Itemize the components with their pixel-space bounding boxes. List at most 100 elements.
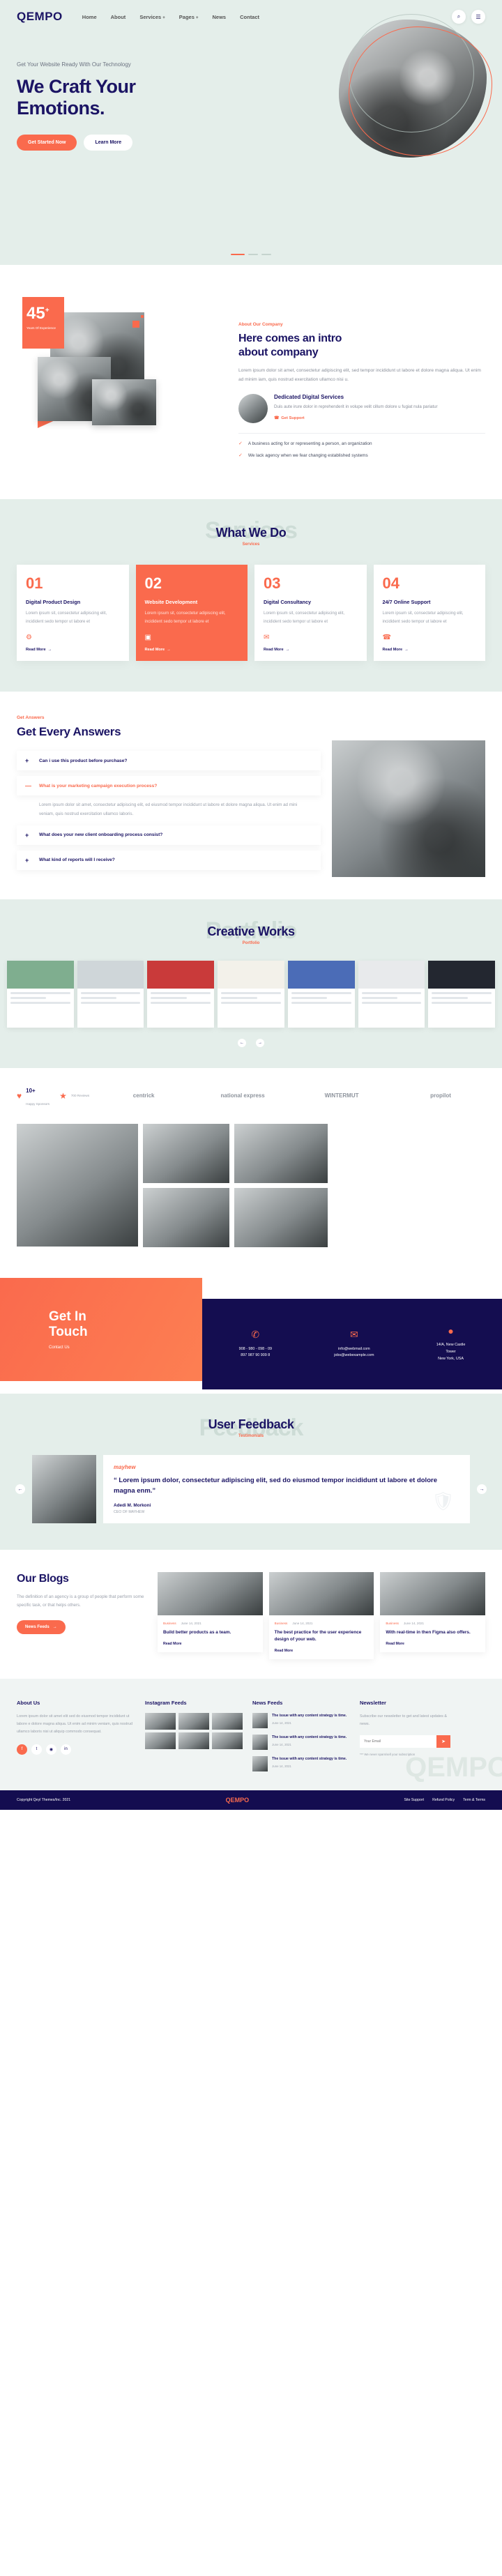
newsletter-email-input[interactable] [360, 1735, 436, 1748]
experience-number: 45+ [26, 304, 50, 323]
footer-news-item[interactable]: The issue with any content strategy is t… [252, 1756, 350, 1772]
testimonial-quote: “ Lorem ipsum dolor, consectetur adipisc… [114, 1476, 437, 1495]
experience-stat-box: 45+ Years Of Experience [22, 297, 64, 349]
footer-news-item[interactable]: The issue with any content strategy is t… [252, 1735, 350, 1751]
footer-instagram-column: Instagram Feeds [145, 1700, 243, 1778]
footer-newsletter-title: Newsletter [360, 1700, 386, 1707]
get-in-touch-panel: Get In Touch Contact Us [0, 1277, 202, 1381]
hero-slider-dots [0, 254, 502, 255]
site-logo[interactable]: QEMPO [17, 10, 63, 24]
footer-news-thumb [252, 1713, 268, 1729]
footer-news-item-title: The issue with any content strategy is t… [272, 1757, 347, 1762]
hero-content: Get Your Website Ready With Our Technolo… [0, 33, 279, 151]
team-gallery [0, 1119, 502, 1268]
slider-dot-2[interactable] [248, 254, 258, 255]
instagram-thumb[interactable] [212, 1713, 243, 1730]
page-root: QEMPO Home About Services + Pages + News… [0, 0, 502, 1811]
send-icon[interactable]: ➤ [436, 1735, 450, 1748]
testimonial-carousel: ← mayhew “ Lorem ipsum dolor, consectetu… [0, 1438, 502, 1524]
hero-title: We Craft Your Emotions. [17, 76, 262, 119]
testimonial-name: Adedi M. Morkoni [114, 1503, 151, 1509]
contact-address-block: ● 14/A, New Castle Tower New York, USA [436, 1325, 466, 1362]
slider-dot-1[interactable] [231, 254, 245, 255]
facebook-icon[interactable]: f [17, 1744, 27, 1755]
footer-news-item[interactable]: The issue with any content strategy is t… [252, 1713, 350, 1729]
contact-email-lines: info@webmail.com jobs@webexample.com [334, 1346, 374, 1358]
instagram-icon[interactable]: ◉ [46, 1744, 56, 1755]
phone-icon: ✆ [251, 1328, 260, 1340]
footer-newsletter-column: Newsletter Subscribe our newsletter to g… [360, 1700, 450, 1778]
team-column-right [234, 1123, 328, 1247]
chevron-down-icon: + [196, 15, 199, 20]
testimonial-role: CEO OF MAYHEW [114, 1510, 145, 1515]
footer-news-column: News Feeds The issue with any content st… [252, 1700, 350, 1778]
instagram-thumb[interactable] [178, 1732, 209, 1750]
mail-icon: ✉ [349, 1328, 358, 1340]
contact-phone-lines: 908 - 980 - 098 - 09 897 987 90 909 8 [238, 1346, 272, 1358]
footer-news-thumb [252, 1756, 268, 1772]
feedback-section: Feedback User Feedback Testimonials ← ma… [0, 1393, 502, 1550]
hamburger-menu-icon[interactable]: ☰ [471, 10, 485, 24]
footer-news-thumb [252, 1735, 268, 1751]
nav-item-contact[interactable]: Contact [240, 14, 259, 20]
footer-news-item-date: June 14, 2021 [272, 1721, 291, 1725]
footer-socials: f t ◉ in [17, 1744, 135, 1755]
hero-tagline: Get Your Website Ready With Our Technolo… [17, 61, 131, 68]
nav-item-pages[interactable]: Pages + [179, 14, 199, 20]
chevron-down-icon: + [162, 15, 165, 20]
search-icon[interactable]: ⌕ [452, 10, 466, 24]
footer-news-title: News Feeds [252, 1700, 283, 1707]
footer-news-item-date: June 14, 2021 [272, 1742, 291, 1746]
instagram-thumb[interactable] [145, 1713, 176, 1730]
instagram-thumb[interactable] [178, 1713, 209, 1730]
linkedin-icon[interactable]: in [61, 1744, 71, 1755]
chevron-left-icon[interactable]: ← [15, 1484, 25, 1495]
footer-newsletter-text: Subscribe our newsletter to get and late… [360, 1714, 447, 1727]
contact-address-lines: 14/A, New Castle Tower New York, USA [436, 1343, 466, 1361]
get-started-button[interactable]: Get Started Now [17, 135, 77, 151]
location-icon: ● [448, 1325, 454, 1337]
slider-dot-3[interactable] [261, 254, 271, 255]
feedback-title: User Feedback [208, 1417, 294, 1431]
footer-news-item-date: June 14, 2021 [272, 1764, 291, 1768]
footer-news-item-title: The issue with any content strategy is t… [272, 1735, 347, 1740]
contact-phone-block: ✆ 908 - 980 - 098 - 09 897 987 90 909 8 [239, 1329, 272, 1359]
square-decoration-large [132, 321, 139, 328]
contact-title-line-1: Get In [49, 1309, 86, 1325]
experience-label: Years Of Experience [26, 326, 56, 330]
about-image-3 [92, 379, 156, 425]
contact-info-panel: ✆ 908 - 980 - 098 - 09 897 987 90 909 8 … [202, 1298, 502, 1389]
chevron-right-icon[interactable]: → [477, 1484, 487, 1495]
contact-title: Get In Touch [49, 1309, 202, 1340]
main-navbar: QEMPO Home About Services + Pages + News… [0, 0, 502, 33]
testimonial-brand: mayhew [114, 1463, 136, 1470]
newsletter-note: *** We never spam/sell your subscription [360, 1752, 416, 1756]
nav-item-news[interactable]: News [213, 14, 227, 20]
learn-more-button[interactable]: Learn More [84, 135, 133, 151]
twitter-icon[interactable]: t [31, 1744, 42, 1755]
contact-section: Get In Touch Contact Us ✆ 908 - 980 - 09… [0, 1267, 502, 1394]
footer-about-text: Lorem ipsum dolor sit amet elit sed do e… [17, 1714, 132, 1734]
services-title: What We Do [215, 526, 287, 540]
instagram-thumb[interactable] [145, 1732, 176, 1750]
nav-actions: ⌕ ☰ [452, 10, 485, 24]
portfolio-subtitle: Portfolio [242, 940, 260, 945]
site-footer: QEMPO About Us Lorem ipsum dolor sit ame… [0, 1679, 502, 1791]
newsletter-form: ➤ [360, 1735, 450, 1748]
nav-item-home[interactable]: Home [82, 14, 97, 20]
hero-buttons: Get Started Now Learn More [17, 135, 262, 151]
services-header: What We Do Services [0, 526, 502, 547]
nav-menu: Home About Services + Pages + News Conta… [82, 14, 259, 20]
nav-item-about[interactable]: About [111, 14, 126, 20]
team-image [234, 1187, 328, 1247]
instagram-thumb[interactable] [212, 1732, 243, 1750]
square-decoration-small [141, 315, 144, 318]
feedback-header: User Feedback Testimonials [0, 1417, 502, 1438]
shield-icon: 🛡 [431, 1491, 455, 1512]
footer-about-column: About Us Lorem ipsum dolor sit amet elit… [17, 1700, 135, 1778]
footer-news-item-title: The issue with any content strategy is t… [272, 1714, 347, 1718]
instagram-grid [145, 1713, 243, 1750]
nav-item-services[interactable]: Services + [139, 14, 165, 20]
portfolio-header: Creative Works Portfolio [0, 924, 502, 945]
hero-title-line-2: Emotions. [17, 98, 105, 119]
